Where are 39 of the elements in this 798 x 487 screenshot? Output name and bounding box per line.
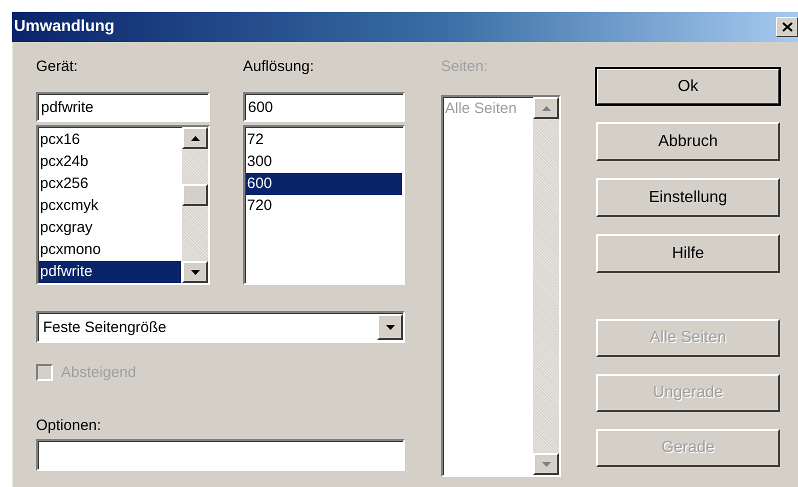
close-button[interactable] [776,17,798,37]
list-item[interactable]: pdfwrite [39,261,181,283]
down-arrow-icon [542,462,550,466]
up-arrow-icon [190,136,200,140]
resolution-list[interactable]: 72 300 600 720 [243,125,405,285]
list-item[interactable]: pcxgray [39,217,181,239]
options-field[interactable] [36,439,405,471]
dialog-button[interactable]: Abbruch [596,122,780,161]
window-title: Umwandlung [13,18,114,36]
scrollbar[interactable] [182,127,208,283]
list-item[interactable]: pcx24b [39,151,181,173]
scroll-up-button[interactable] [533,97,559,119]
scroll-down-button[interactable] [533,453,559,475]
field-label: Gerät: [36,57,79,77]
scroll-up-button[interactable] [182,127,208,149]
list-item[interactable]: pcx16 [39,129,181,151]
device-field[interactable]: pdfwrite [36,92,210,122]
list-item[interactable]: pcxcmyk [39,195,181,217]
dialog-button[interactable]: Hilfe [596,234,780,273]
list-item[interactable]: 720 [246,195,402,217]
list-item[interactable]: 300 [246,151,402,173]
dropdown-arrow-icon [386,324,394,330]
scrollbar[interactable] [533,97,559,475]
list-item[interactable]: pcxmono [39,239,181,261]
list-item[interactable]: 72 [246,129,402,151]
device-list[interactable]: pcx16 pcx24b pcx256 pcxcmyk pcxgray pcxmono pdfwrite [36,125,210,285]
dialog-button[interactable]: Einstellung [596,178,780,217]
field-label: Auflösung: [243,57,315,77]
dialog-button[interactable]: Ok [596,68,780,105]
scroll-thumb[interactable] [182,184,208,206]
list-item[interactable]: pcx256 [39,173,181,195]
scroll-down-button[interactable] [182,261,208,283]
close-icon [782,22,792,32]
down-arrow-icon [190,270,200,274]
field-label: Optionen: [36,416,102,436]
list-item[interactable]: 600 [246,173,402,195]
page-size-dropdown[interactable]: Feste Seitengröße [36,311,405,343]
resolution-field[interactable]: 600 [243,92,405,122]
up-arrow-icon [542,106,550,110]
